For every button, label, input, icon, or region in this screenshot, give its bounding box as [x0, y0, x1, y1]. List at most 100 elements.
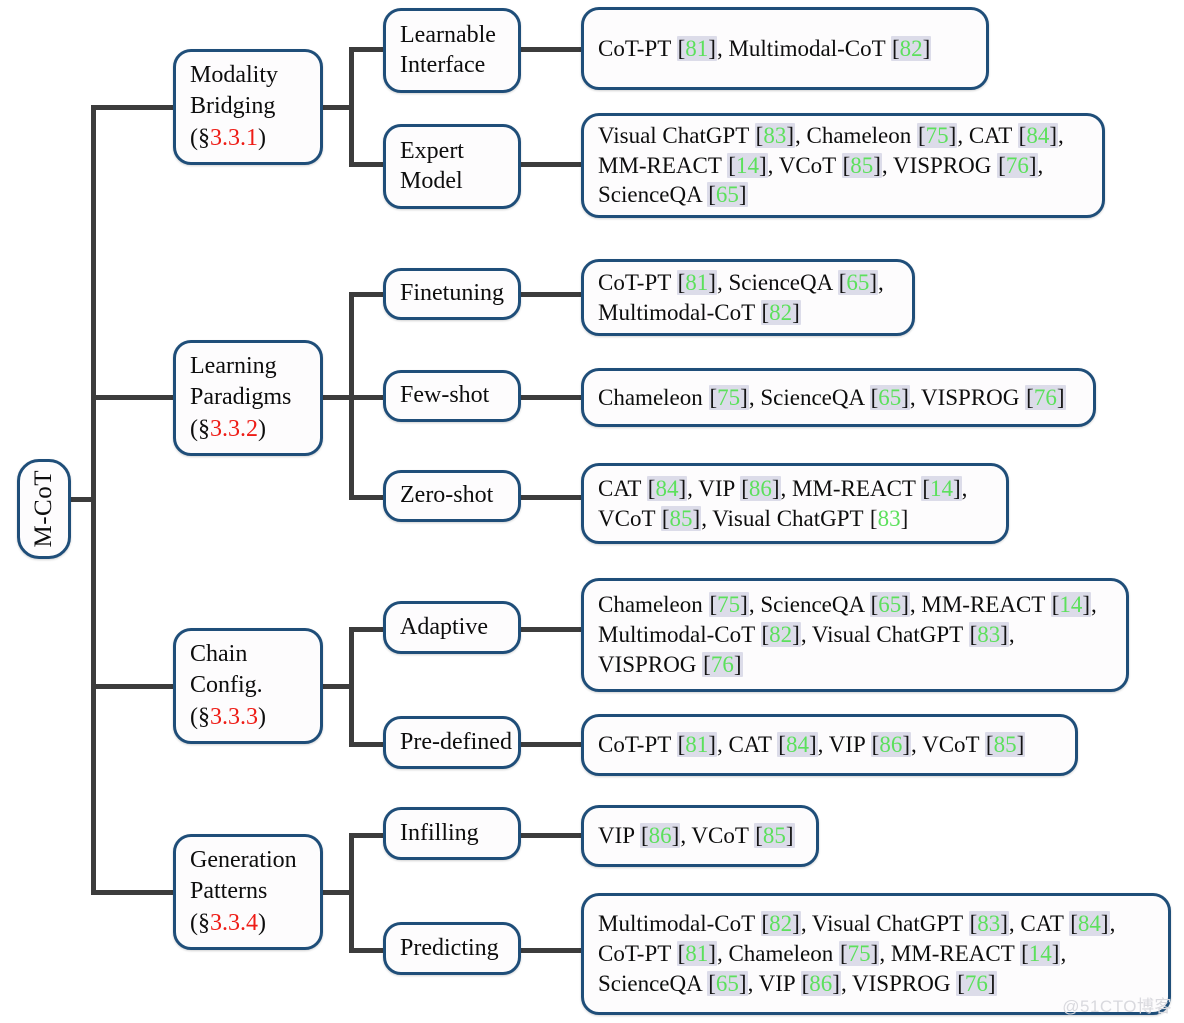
citation-84[interactable]: [84]	[1017, 122, 1058, 148]
subcategory-node-zero-shot[interactable]: Zero-shot	[383, 470, 521, 522]
citation-75[interactable]: [75]	[917, 122, 958, 148]
subcategory-label-expert-model: Expert Model	[400, 138, 464, 194]
connector-expert-to-leaf	[520, 162, 582, 167]
connector-chain-to-adaptive	[349, 627, 385, 632]
citation-81[interactable]: [81]	[676, 35, 717, 61]
subcategory-label-few-shot: Few-shot	[400, 382, 490, 409]
citation-86[interactable]: [86]	[740, 475, 781, 501]
connector-main-spine	[91, 105, 96, 895]
connector-learning-to-finetuning	[349, 292, 385, 297]
leaf-text-adaptive: Chameleon [75], ScienceQA [65], MM-REACT…	[598, 592, 1097, 677]
citation-84[interactable]: [84]	[646, 475, 688, 501]
citation-65[interactable]: [65]	[869, 592, 910, 618]
citation-75[interactable]: [75]	[838, 941, 880, 967]
subcategory-node-adaptive[interactable]: Adaptive	[383, 601, 521, 654]
connector-finetuning-to-leaf	[520, 292, 582, 297]
subcategory-label-zero-shot: Zero-shot	[400, 482, 494, 509]
category-label-chain-config: Chain Config. (§3.3.3)	[190, 641, 266, 730]
root-node-m-cot[interactable]: M-CoT	[17, 459, 71, 559]
subcategory-label-adaptive: Adaptive	[400, 613, 488, 640]
category-node-chain-config[interactable]: Chain Config. (§3.3.3)	[173, 628, 323, 744]
citation-86[interactable]: [86]	[800, 970, 841, 996]
category-node-modality-bridging[interactable]: Modality Bridging (§3.3.1)	[173, 49, 323, 165]
category-node-learning-paradigms[interactable]: Learning Paradigms (§3.3.2)	[173, 340, 323, 456]
subcategory-label-predicting: Predicting	[400, 934, 499, 961]
citation-86[interactable]: [86]	[870, 732, 911, 758]
leaf-node-few-shot[interactable]: Chameleon [75], ScienceQA [65], VISPROG …	[581, 368, 1096, 427]
leaf-text-few-shot: Chameleon [75], ScienceQA [65], VISPROG …	[598, 384, 1066, 410]
citation-83[interactable]: [83]	[869, 506, 909, 531]
category-node-generation-patterns[interactable]: Generation Patterns (§3.3.4)	[173, 834, 323, 950]
subcategory-label-finetuning: Finetuning	[400, 280, 505, 307]
leaf-text-learnable-interface: CoT-PT [81], Multimodal-CoT [82]	[598, 35, 932, 61]
taxonomy-diagram: M-CoT Modality Bridging (§3.3.1) Learnin…	[0, 0, 1184, 1023]
leaf-text-finetuning: CoT-PT [81], ScienceQA [65], Multimodal-C…	[598, 269, 884, 325]
citation-82[interactable]: [82]	[760, 299, 801, 325]
citation-81[interactable]: [81]	[676, 941, 717, 967]
citation-82[interactable]: [82]	[760, 911, 801, 937]
citation-14[interactable]: [14]	[1020, 941, 1061, 967]
leaf-text-zero-shot: CAT [84], VIP [86], MM-REACT [14], VCoT […	[598, 475, 968, 531]
citation-14[interactable]: [14]	[727, 152, 768, 178]
citation-81[interactable]: [81]	[676, 732, 717, 758]
connector-chain-fork	[349, 627, 354, 744]
leaf-node-zero-shot[interactable]: CAT [84], VIP [86], MM-REACT [14], VCoT […	[581, 463, 1009, 544]
citation-83[interactable]: [83]	[968, 622, 1009, 648]
citation-85[interactable]: [85]	[984, 732, 1026, 758]
leaf-node-finetuning[interactable]: CoT-PT [81], ScienceQA [65], Multimodal-C…	[581, 259, 915, 336]
subcategory-node-expert-model[interactable]: Expert Model	[383, 124, 521, 209]
subcategory-node-infilling[interactable]: Infilling	[383, 807, 521, 860]
section-number-chain: 3.3.3	[210, 703, 258, 730]
subcategory-node-few-shot[interactable]: Few-shot	[383, 370, 521, 422]
category-label-learning-paradigms: Learning Paradigms (§3.3.2)	[190, 353, 292, 442]
root-node-label: M-CoT	[30, 470, 58, 548]
citation-65[interactable]: [65]	[837, 269, 879, 295]
connector-spine-to-chain	[91, 684, 175, 689]
connector-predicting-to-leaf	[520, 948, 582, 953]
leaf-node-expert-model[interactable]: Visual ChatGPT [83], Chameleon [75], CAT…	[581, 113, 1105, 218]
leaf-node-adaptive[interactable]: Chameleon [75], ScienceQA [65], MM-REACT…	[581, 578, 1129, 692]
citation-82[interactable]: [82]	[890, 35, 932, 61]
citation-65[interactable]: [65]	[869, 384, 910, 410]
subcategory-node-pre-defined[interactable]: Pre-defined	[383, 716, 521, 769]
connector-zeroshot-to-leaf	[520, 495, 582, 500]
leaf-text-expert-model: Visual ChatGPT [83], Chameleon [75], CAT…	[598, 122, 1064, 208]
leaf-node-predicting[interactable]: Multimodal-CoT [82], Visual ChatGPT [83]…	[581, 893, 1171, 1015]
connector-generation-fork	[349, 833, 354, 950]
subcategory-label-learnable-interface: Learnable Interface	[400, 22, 496, 78]
connector-fewshot-to-leaf	[520, 395, 582, 400]
leaf-node-pre-defined[interactable]: CoT-PT [81], CAT [84], VIP [86], VCoT [8…	[581, 714, 1078, 776]
citation-82[interactable]: [82]	[760, 622, 801, 648]
subcategory-node-finetuning[interactable]: Finetuning	[383, 268, 521, 320]
citation-85[interactable]: [85]	[754, 823, 795, 849]
citation-83[interactable]: [83]	[754, 122, 795, 148]
citation-65[interactable]: [65]	[707, 182, 748, 208]
citation-84[interactable]: [84]	[777, 732, 818, 758]
connector-generation-to-infilling	[349, 833, 385, 838]
citation-76[interactable]: [76]	[1025, 384, 1066, 410]
citation-76[interactable]: [76]	[702, 651, 743, 677]
leaf-node-infilling[interactable]: VIP [86], VCoT [85]	[581, 805, 819, 867]
connector-adaptive-to-leaf	[520, 627, 582, 632]
citation-76[interactable]: [76]	[956, 970, 997, 996]
section-number-generation: 3.3.4	[210, 909, 258, 936]
citation-84[interactable]: [84]	[1069, 911, 1110, 937]
citation-86[interactable]: [86]	[639, 823, 681, 849]
citation-75[interactable]: [75]	[708, 384, 749, 410]
citation-14[interactable]: [14]	[1050, 592, 1092, 618]
citation-76[interactable]: [76]	[997, 152, 1038, 178]
connector-spine-to-modality	[91, 105, 175, 110]
connector-modality-to-learnable	[349, 47, 385, 52]
citation-83[interactable]: [83]	[968, 911, 1009, 937]
citation-85[interactable]: [85]	[660, 505, 702, 531]
citation-81[interactable]: [81]	[676, 269, 717, 295]
leaf-text-infilling: VIP [86], VCoT [85]	[598, 823, 795, 849]
category-label-modality-bridging: Modality Bridging (§3.3.1)	[190, 62, 278, 151]
citation-75[interactable]: [75]	[708, 592, 749, 618]
subcategory-node-learnable-interface[interactable]: Learnable Interface	[383, 8, 521, 93]
citation-14[interactable]: [14]	[921, 475, 962, 501]
citation-65[interactable]: [65]	[707, 970, 748, 996]
leaf-node-learnable-interface[interactable]: CoT-PT [81], Multimodal-CoT [82]	[581, 7, 989, 90]
citation-85[interactable]: [85]	[841, 152, 882, 178]
subcategory-node-predicting[interactable]: Predicting	[383, 922, 521, 975]
